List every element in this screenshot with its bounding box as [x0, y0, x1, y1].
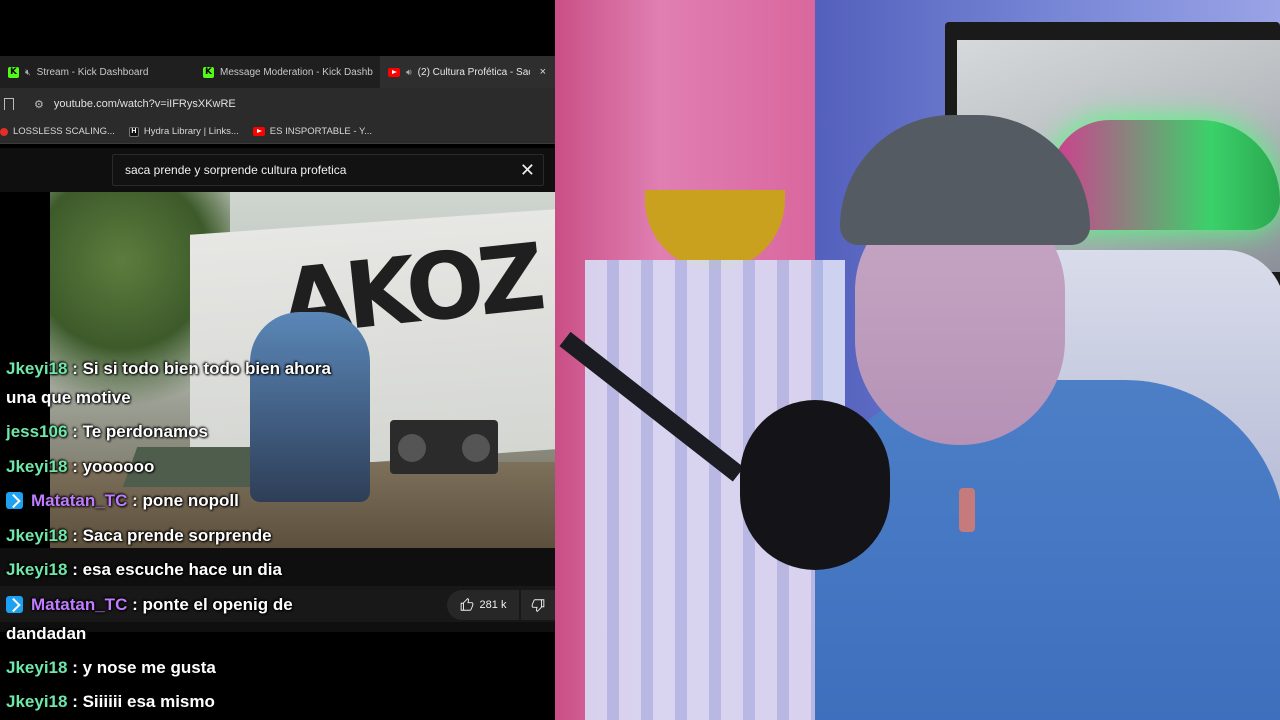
chat-username: jess106: [6, 422, 68, 441]
bookmark-lossless-scaling[interactable]: LOSSLESS SCALING...: [0, 126, 115, 137]
tab-label: (2) Cultura Profética - Saca: [417, 66, 530, 78]
necklace-pendant: [959, 488, 975, 532]
chat-username: Jkeyi18: [6, 560, 68, 579]
chat-message: Jkeyi18 : y nose me gusta: [6, 653, 356, 682]
streamer-body: [815, 380, 1280, 720]
like-button[interactable]: 281 k: [447, 590, 519, 620]
stream-chat-overlay: Jkeyi18 : Si si todo bien todo bien ahor…: [0, 352, 360, 720]
speaker-icon: 🔊︎: [406, 66, 412, 77]
tab-kick-moderation[interactable]: K Message Moderation - Kick Dashb: [195, 56, 380, 88]
thumbs-down-icon: [531, 599, 545, 612]
bookmark-hydra-library[interactable]: H Hydra Library | Links...: [128, 126, 239, 137]
tab-label: Stream - Kick Dashboard: [36, 66, 149, 78]
bookmark-label: ES INSPORTABLE - Y...: [269, 126, 373, 137]
chat-separator: :: [132, 595, 138, 614]
bookmark-icon[interactable]: [4, 98, 14, 110]
kick-logo-icon: K: [8, 66, 19, 78]
search-input[interactable]: saca prende y sorprende cultura profetic…: [112, 154, 544, 186]
muted-speaker-icon: 🔇︎: [25, 66, 31, 77]
chat-text: yoooooo: [82, 457, 155, 476]
youtube-search-area: saca prende y sorprende cultura profetic…: [0, 148, 555, 192]
youtube-logo-icon: [388, 67, 400, 77]
chat-separator: :: [132, 491, 138, 510]
tab-kick-stream[interactable]: K 🔇︎ Stream - Kick Dashboard: [0, 56, 195, 88]
address-bar[interactable]: ⚙︎ youtube.com/watch?v=iIFRysXKwRE: [0, 88, 555, 120]
chat-message: Jkeyi18 : Si si todo bien todo bien ahor…: [6, 354, 356, 412]
chat-username: Jkeyi18: [6, 692, 68, 711]
chat-message: Jkeyi18 : Saca prende sorprende: [6, 521, 356, 550]
bookmarks-bar: LOSSLESS SCALING... H Hydra Library | Li…: [0, 120, 555, 144]
chat-separator: :: [72, 526, 78, 545]
chat-message: Jkeyi18 : Siiiiii esa mismo: [6, 687, 356, 716]
microphone: [740, 400, 890, 570]
red-dot-icon: [0, 127, 8, 136]
chat-message: jess106 : Te perdonamos: [6, 417, 356, 446]
chat-separator: :: [72, 457, 78, 476]
kick-logo-icon: K: [203, 66, 214, 78]
url-text[interactable]: youtube.com/watch?v=iIFRysXKwRE: [54, 98, 236, 110]
chat-message: Jkeyi18 : esa escuche hace un dia: [6, 555, 356, 584]
chat-separator: :: [72, 692, 78, 711]
like-count: 281 k: [479, 599, 507, 611]
chat-message: Jkeyi18 : yoooooo: [6, 452, 356, 481]
bookmark-label: Hydra Library | Links...: [143, 126, 239, 137]
chat-username: Jkeyi18: [6, 457, 68, 476]
hydra-icon: H: [128, 126, 139, 137]
search-query-text[interactable]: saca prende y sorprende cultura profetic…: [125, 163, 346, 177]
tab-label: Message Moderation - Kick Dashb: [220, 66, 373, 78]
chat-message: Matatan_TC : ponte el openig de dandadan: [6, 590, 356, 648]
chat-text: pone nopoll: [142, 491, 239, 510]
verified-badge-icon: [6, 596, 23, 613]
chat-text: Te perdonamos: [82, 422, 208, 441]
bookmark-es-insportable[interactable]: ES INSPORTABLE - Y...: [252, 126, 373, 137]
dislike-button[interactable]: [521, 590, 555, 620]
verified-badge-icon: [6, 492, 23, 509]
close-icon[interactable]: ✕: [520, 160, 535, 180]
chat-separator: :: [72, 658, 78, 677]
chat-text: y nose me gusta: [82, 658, 216, 677]
browser-tab-bar: K 🔇︎ Stream - Kick Dashboard K Message M…: [0, 56, 555, 88]
bookmark-label: LOSSLESS SCALING...: [13, 126, 115, 137]
browser-capture: K 🔇︎ Stream - Kick Dashboard K Message M…: [0, 0, 555, 720]
tab-youtube-active[interactable]: 🔊︎ (2) Cultura Profética - Saca ×: [380, 56, 555, 88]
chat-separator: :: [72, 560, 78, 579]
chat-separator: :: [72, 422, 78, 441]
chat-username: Matatan_TC: [31, 491, 128, 510]
chat-username: Jkeyi18: [6, 658, 68, 677]
webcam-feed: [555, 0, 1280, 720]
chat-text: esa escuche hace un dia: [82, 560, 282, 579]
video-boombox: [390, 420, 498, 474]
thumbs-up-icon: [460, 598, 473, 611]
site-settings-icon[interactable]: ⚙︎: [34, 98, 44, 111]
chat-message: Matatan_TC : pone nopoll: [6, 486, 356, 515]
chat-username: Jkeyi18: [6, 526, 68, 545]
chat-username: Jkeyi18: [6, 359, 68, 378]
chat-separator: :: [72, 359, 78, 378]
youtube-logo-icon: [252, 127, 265, 136]
chat-text: Siiiiii esa mismo: [82, 692, 215, 711]
chat-username: Matatan_TC: [31, 595, 128, 614]
chat-text: Saca prende sorprende: [82, 526, 272, 545]
close-tab-icon[interactable]: ×: [540, 66, 546, 78]
